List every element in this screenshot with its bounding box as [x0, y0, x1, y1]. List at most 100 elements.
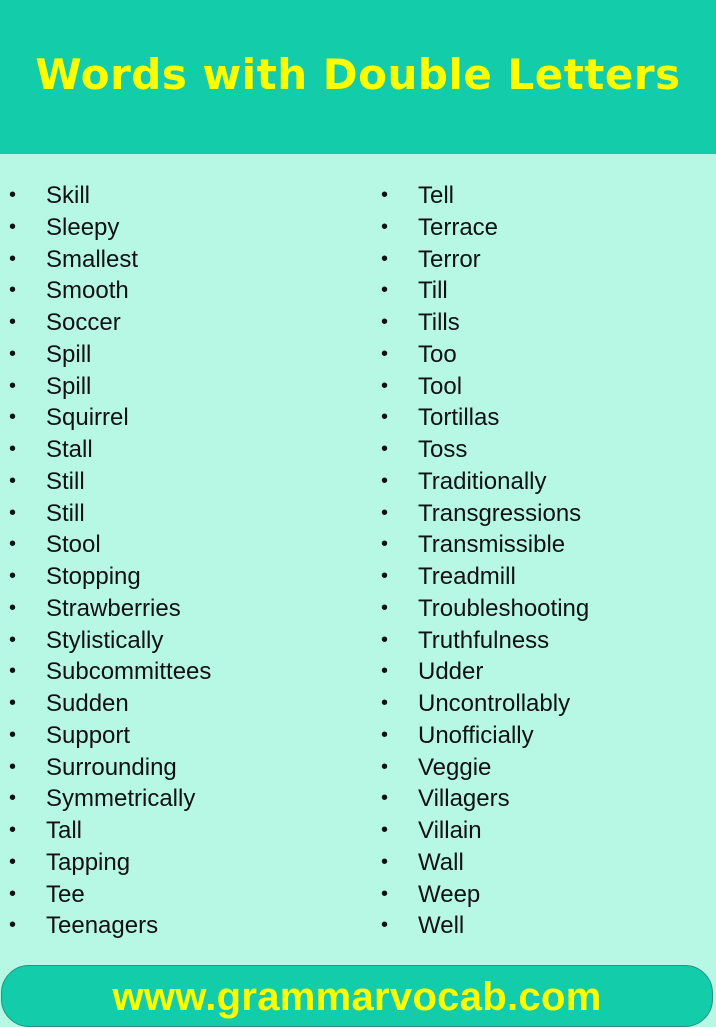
word-text: Too	[418, 340, 457, 368]
bullet-icon: •	[381, 850, 389, 873]
word-text: Smooth	[46, 277, 129, 305]
bullet-icon: •	[9, 787, 17, 810]
word-text: Tortillas	[418, 404, 500, 432]
word-text: Villain	[418, 817, 482, 844]
word-text: Surrounding	[46, 753, 177, 781]
bullet-icon: •	[381, 914, 389, 937]
word-text: Sudden	[46, 690, 129, 717]
bullet-icon: •	[381, 374, 389, 397]
word-text: Tee	[46, 880, 85, 908]
word-text: Wall	[418, 848, 464, 876]
bullet-icon: •	[9, 628, 17, 651]
word-text: Still	[46, 499, 85, 527]
word-text: Stall	[46, 436, 93, 463]
bullet-icon: •	[381, 596, 389, 619]
bullet-icon: •	[9, 438, 17, 460]
word-text: Subcommittees	[46, 658, 212, 686]
word-text: Symmetrically	[46, 785, 196, 813]
bullet-icon: •	[9, 565, 17, 587]
bullet-icon: •	[9, 692, 17, 714]
word-text: Strawberries	[46, 594, 181, 622]
bullet-icon: •	[9, 882, 17, 905]
word-text: Well	[418, 912, 465, 940]
bullet-icon: •	[381, 501, 389, 524]
bullet-icon: •	[9, 596, 17, 619]
word-text: Udder	[418, 658, 484, 686]
bullet-icon: •	[381, 819, 389, 841]
word-text: Stylistically	[46, 626, 164, 654]
word-text: Terrace	[418, 213, 499, 241]
bullet-icon: •	[381, 660, 389, 683]
word-text: Still	[46, 467, 85, 495]
bullet-icon: •	[381, 533, 389, 556]
bullet-icon: •	[381, 723, 389, 746]
word-text: Veggie	[418, 753, 492, 781]
bullet-icon: •	[9, 914, 17, 937]
bullet-icon: •	[381, 342, 389, 365]
bullet-icon: •	[381, 692, 389, 714]
word-text: Skill	[46, 182, 91, 209]
word-text: Troubleshooting	[418, 594, 590, 622]
word-text: Spill	[46, 340, 92, 368]
word-text: Traditionally	[418, 467, 547, 495]
page-title: Words with Double Letters	[35, 50, 681, 99]
bullet-icon: •	[381, 406, 389, 429]
word-text: Smallest	[46, 245, 139, 273]
word-text: Tall	[46, 817, 83, 844]
word-text: Till	[418, 277, 448, 305]
bullet-icon: •	[381, 469, 389, 492]
word-text: Spill	[46, 372, 92, 400]
bullet-icon: •	[9, 247, 17, 270]
word-text: Tool	[418, 372, 463, 400]
word-text: Truthfulness	[418, 626, 550, 654]
bullet-icon: •	[381, 311, 389, 333]
bullet-icon: •	[9, 406, 17, 429]
bullet-icon: •	[9, 279, 17, 302]
bullet-icon: •	[381, 279, 389, 302]
website-link[interactable]: www.grammarvocab.com	[2, 975, 712, 1019]
word-text: Toss	[418, 436, 468, 463]
bullet-icon: •	[9, 311, 17, 333]
bullet-icon: •	[9, 469, 17, 492]
bullet-icon: •	[9, 184, 17, 206]
word-text: Stool	[46, 531, 101, 559]
bullet-icon: •	[381, 438, 389, 460]
bullet-icon: •	[9, 660, 17, 683]
word-text: Uncontrollably	[418, 690, 571, 717]
word-text: Tills	[418, 309, 460, 336]
footer-url-banner[interactable]: www.grammarvocab.com	[1, 965, 713, 1027]
bullet-icon: •	[9, 850, 17, 873]
word-text: Terror	[418, 245, 481, 273]
bullet-icon: •	[381, 565, 389, 587]
bullet-icon: •	[9, 374, 17, 397]
bullet-icon: •	[381, 215, 389, 238]
word-text: Villagers	[418, 785, 510, 813]
word-text: Transgressions	[418, 499, 582, 527]
word-text: Teenagers	[46, 912, 159, 940]
word-text: Squirrel	[46, 404, 129, 432]
bullet-icon: •	[9, 501, 17, 524]
word-text: Transmissible	[418, 531, 566, 559]
bullet-icon: •	[381, 787, 389, 810]
word-text: Treadmill	[418, 563, 516, 590]
bullet-icon: •	[9, 819, 17, 841]
bullet-icon: •	[381, 184, 389, 206]
bullet-icon: •	[9, 342, 17, 365]
bullet-icon: •	[381, 247, 389, 270]
bullet-icon: •	[9, 755, 17, 778]
bullet-icon: •	[381, 755, 389, 778]
bullet-icon: •	[9, 723, 17, 746]
header-banner: Words with Double Letters	[0, 0, 716, 154]
word-text: Tell	[418, 182, 455, 209]
bullet-icon: •	[381, 628, 389, 651]
word-text: Sleepy	[46, 213, 120, 241]
word-text: Support	[46, 721, 131, 749]
word-text: Soccer	[46, 309, 121, 336]
word-text: Weep	[418, 880, 481, 908]
bullet-icon: •	[9, 533, 17, 556]
word-text: Unofficially	[418, 721, 534, 749]
bullet-icon: •	[381, 882, 389, 905]
word-text: Tapping	[46, 848, 131, 876]
word-text: Stopping	[46, 563, 141, 590]
bullet-icon: •	[9, 215, 17, 238]
